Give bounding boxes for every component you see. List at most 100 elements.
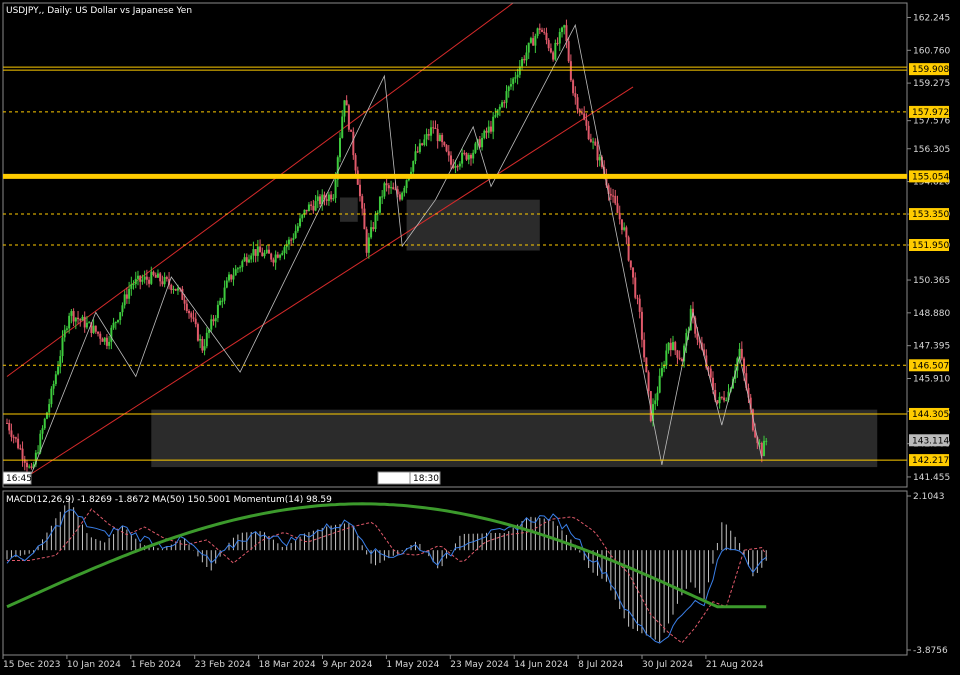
candle-body-164 — [370, 227, 373, 238]
candle-body-17 — [43, 418, 46, 429]
candle-body-320 — [716, 400, 719, 404]
candle-body-217 — [487, 126, 490, 133]
candle-body-265 — [594, 141, 597, 146]
candle-body-105 — [239, 267, 242, 269]
candle-body-292 — [654, 400, 657, 405]
candle-body-74 — [170, 284, 173, 290]
candle-body-47 — [110, 327, 113, 342]
candle-body-64 — [148, 279, 151, 284]
level-label-1: 157.972 — [912, 108, 949, 118]
candle-body-40 — [94, 325, 97, 332]
candle-body-48 — [112, 322, 115, 328]
time-label-left: 16:45 — [2, 471, 32, 485]
price-tick-label-8: 150.365 — [913, 276, 950, 286]
candle-body-210 — [472, 152, 475, 159]
candle-body-297 — [665, 350, 668, 366]
candle-body-4 — [14, 437, 17, 439]
time-tick-label-11: 21 Aug 2024 — [706, 660, 764, 670]
candle-body-79 — [181, 288, 184, 300]
candle-body-16 — [41, 428, 44, 434]
candle-body-254 — [569, 61, 572, 81]
time-tick-label-8: 14 Jun 2024 — [514, 660, 568, 670]
candle-body-60 — [139, 275, 142, 282]
candle-body-124 — [281, 253, 284, 255]
candle-body-303 — [678, 357, 681, 359]
time-tick-label-0: 15 Dec 2023 — [3, 660, 61, 670]
candle-body-205 — [461, 152, 464, 164]
candle-body-108 — [245, 257, 248, 263]
price-tick-label-3: 157.576 — [913, 117, 950, 127]
candle-body-27 — [65, 328, 68, 330]
candle-body-191 — [430, 127, 433, 136]
candle-body-302 — [676, 350, 679, 358]
candle-body-183 — [412, 161, 415, 172]
price-tick-label-11: 145.910 — [913, 374, 950, 384]
candle-body-66 — [152, 271, 155, 275]
candle-body-36 — [85, 322, 88, 328]
candle-body-113 — [256, 246, 259, 256]
candle-body-274 — [614, 195, 617, 204]
candle-body-35 — [83, 316, 86, 328]
candle-body-194 — [436, 128, 439, 142]
candle-body-29 — [70, 311, 73, 316]
current-price-label: 143.114 — [912, 436, 949, 446]
candle-body-262 — [587, 125, 590, 140]
candle-body-241 — [541, 29, 544, 32]
candle-body-140 — [316, 196, 319, 201]
candle-body-209 — [469, 154, 472, 159]
candle-body-304 — [680, 358, 683, 362]
candle-body-260 — [583, 113, 586, 120]
price-tick-label-9: 148.880 — [913, 309, 950, 319]
candle-body-294 — [658, 375, 661, 393]
candle-body-72 — [165, 277, 168, 279]
candle-body-138 — [312, 205, 315, 211]
candle-body-255 — [572, 80, 575, 94]
candle-body-130 — [294, 231, 297, 239]
candle-body-316 — [707, 367, 710, 369]
candle-body-96 — [219, 300, 222, 305]
candle-body-200 — [450, 155, 452, 165]
candle-body-165 — [372, 227, 375, 230]
candle-body-42 — [99, 333, 102, 339]
candle-body-227 — [509, 84, 512, 87]
candle-body-137 — [310, 204, 313, 206]
candle-body-26 — [63, 329, 66, 338]
candle-body-160 — [361, 196, 364, 209]
candle-body-148 — [334, 179, 337, 199]
candle-body-275 — [616, 203, 619, 213]
candle-body-233 — [523, 58, 526, 61]
candle-body-277 — [620, 219, 623, 230]
candle-body-62 — [143, 276, 146, 280]
time-scroll-marker[interactable]: 18:30 — [377, 471, 441, 485]
usdjpy-daily-chart: 2.1043 -3.8756 USDJPY,, Daily: US Dollar … — [0, 0, 960, 675]
candle-body-145 — [327, 194, 330, 201]
candle-body-136 — [307, 204, 310, 212]
candle-body-20 — [50, 388, 53, 405]
candle-body-264 — [592, 141, 595, 143]
price-tick-label-14: 141.455 — [913, 473, 950, 483]
time-label-left-text: 16:45 — [6, 474, 32, 484]
candle-body-170 — [383, 183, 386, 197]
scroll-handle[interactable] — [377, 471, 411, 485]
candle-body-53 — [123, 294, 126, 306]
candle-body-139 — [314, 200, 317, 211]
candle-body-80 — [183, 299, 186, 304]
candle-body-157 — [354, 155, 357, 171]
candle-body-240 — [538, 28, 541, 30]
candle-body-107 — [243, 257, 246, 262]
time-tick-label-9: 8 Jul 2024 — [578, 660, 623, 670]
candle-body-84 — [192, 317, 195, 319]
candle-body-230 — [516, 74, 519, 78]
candle-body-211 — [474, 143, 477, 153]
candle-body-6 — [19, 448, 22, 450]
candle-body-280 — [627, 237, 630, 261]
candle-body-144 — [325, 199, 328, 201]
candle-body-88 — [201, 338, 204, 351]
candle-body-261 — [585, 119, 588, 126]
candle-body-263 — [589, 139, 592, 142]
candle-body-159 — [358, 184, 361, 197]
candle-body-119 — [270, 253, 273, 260]
candle-body-324 — [725, 400, 728, 402]
candle-body-317 — [709, 368, 712, 378]
candle-body-234 — [525, 52, 528, 61]
